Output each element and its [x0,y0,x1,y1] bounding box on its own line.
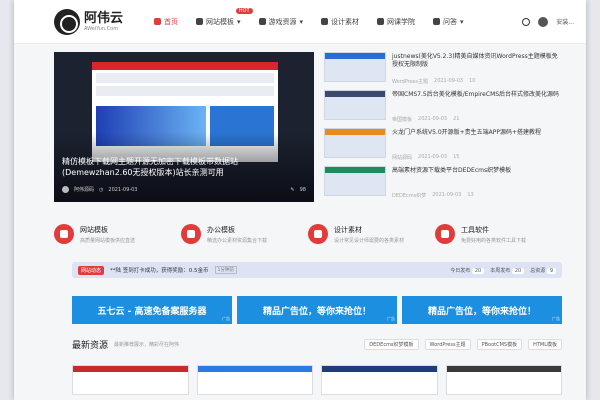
category-office-templates[interactable]: 办公模板 精选办公素材资源集合下载 [181,214,308,254]
featured-section: 精仿模板下载网主题开源无加密下载模板带数据站(Demewzhan2.60无授权版… [54,52,562,202]
category-shortcuts: 网站模板 高质量网站模板供应直送 办公模板 精选办公素材资源集合下载 设计素材 设计常… [54,214,562,254]
logo-domain: AWeiYun.Com [84,25,119,32]
hero-title[interactable]: 精仿模板下载网主题开源无加密下载模板带数据站(Demewzhan2.60无授权版… [62,156,306,178]
design-icon [308,224,328,244]
home-icon [154,18,161,25]
user-avatar[interactable] [538,16,549,27]
resource-card[interactable] [196,365,313,395]
list-thumb [324,52,386,82]
logo-icon [54,8,80,35]
nav-online-courses[interactable]: 网课学院 [373,14,419,30]
site-stats: 今日发布 20 本周发布 20 总资源 9 [450,267,556,274]
category-design-materials[interactable]: 设计素材 设计常见设计师需要的各类素材 [308,214,435,254]
hero-comments: 98 [299,186,306,193]
nav-home[interactable]: 首页 [150,14,182,30]
clock-icon: ◷ [99,186,104,193]
site-header: 阿伟云 AWeiYun.Com 首页 网站模板 ▾ HOT 游戏资源 ▾ 设计素材… [14,0,586,44]
author-avatar [62,186,69,193]
browser-window: 阿伟云 AWeiYun.Com 首页 网站模板 ▾ HOT 游戏资源 ▾ 设计素材… [14,0,586,400]
notice-text[interactable]: **陆 签到打卡成功，获得奖励：0.5金币 [110,266,209,274]
hero-slide[interactable]: 精仿模板下载网主题开源无加密下载模板带数据站(Demewzhan2.60无授权版… [54,52,314,202]
hot-badge: HOT [235,7,253,14]
recommended-list: justnews(美化V5.2.3)精美自媒体资讯WordPress主题模板免授… [324,52,562,204]
site-logo[interactable]: 阿伟云 AWeiYun.Com [54,8,150,35]
gamepad-icon [258,18,266,25]
list-item[interactable]: 帝国CMS7.5后台美化模板/EmpireCMS后台样式修改美化源码 帝国模板 2… [324,90,562,127]
resource-card[interactable] [445,365,562,395]
category-website-templates[interactable]: 网站模板 高质量网站模板供应直送 [54,214,181,254]
search-icon[interactable] [522,17,531,26]
section-subtitle: 最新推荐展示，精彩尽在阿伟 [114,342,180,348]
notice-badge: 网站动态 [78,265,105,275]
ad-banner[interactable]: 精品广告位，等你来抢位！ 广告 [237,296,397,324]
newest-resources: 最新资源 最新推荐展示，精彩尽在阿伟 DEDEcms织梦模板 WordPress… [72,338,562,400]
list-item[interactable]: 高端素材资源下载类平台DEDEcms织梦模板 DEDEcms织梦 2021-09-… [324,166,562,203]
ad-banner[interactable]: 精品广告位，等你来抢位！ 广告 [402,296,562,324]
resource-card[interactable] [72,365,189,395]
comment-icon: ✎ [290,186,295,193]
template-icon [196,18,203,25]
main-nav: 首页 网站模板 ▾ HOT 游戏资源 ▾ 设计素材 网课学院 问答 ▾ [150,7,522,30]
list-item[interactable]: 火龙门户系统V5.0开源版+贵生五端APP源码+搭建教程 网站源码 2021-09… [324,128,562,165]
site-notice-bar: 网站动态 **陆 签到打卡成功，获得奖励：0.5金币 1分钟前 今日发布 20 … [72,262,562,278]
logo-title: 阿伟云 [84,10,124,26]
nav-qa[interactable]: 问答 ▾ [429,14,468,30]
list-thumb [324,166,386,196]
nav-design-materials[interactable]: 设计素材 [317,14,363,30]
ad-banners: 五七云 - 高速免备案服务器 广告 精品广告位，等你来抢位！ 广告 精品广告位，等你… [72,296,562,324]
notice-time: 1分钟前 [214,266,237,274]
nav-website-templates[interactable]: 网站模板 ▾ HOT [192,7,253,30]
hero-meta: 阿伟源码 ◷ 2021-09-03 ✎ 98 [62,186,306,193]
tab-pbootcms[interactable]: PBootCMS模板 [476,339,523,350]
resource-card[interactable] [321,365,438,395]
list-item[interactable]: justnews(美化V5.2.3)精美自媒体资讯WordPress主题模板免授… [324,52,562,89]
tab-html[interactable]: HTML模板 [528,339,562,350]
course-icon [377,18,385,25]
nav-game-resources[interactable]: 游戏资源 ▾ [255,14,308,30]
office-icon [181,224,201,244]
section-title: 最新资源 [72,341,109,351]
template-icon [54,224,74,244]
user-menu[interactable]: 安装... [556,17,574,26]
palette-icon [321,18,329,25]
ad-banner[interactable]: 五七云 - 高速免备案服务器 广告 [72,296,232,324]
tab-wordpress[interactable]: WordPress主题 [424,339,471,350]
hero-date: 2021-09-03 [108,186,138,193]
tab-dedecms[interactable]: DEDEcms织梦模板 [364,339,419,350]
tools-icon [435,224,455,244]
list-thumb [324,128,386,158]
hero-author: 阿伟源码 [74,187,95,193]
question-icon [433,18,441,25]
category-tools[interactable]: 工具软件 免费好用的各类软件工具下载 [435,214,562,254]
list-thumb [324,90,386,120]
